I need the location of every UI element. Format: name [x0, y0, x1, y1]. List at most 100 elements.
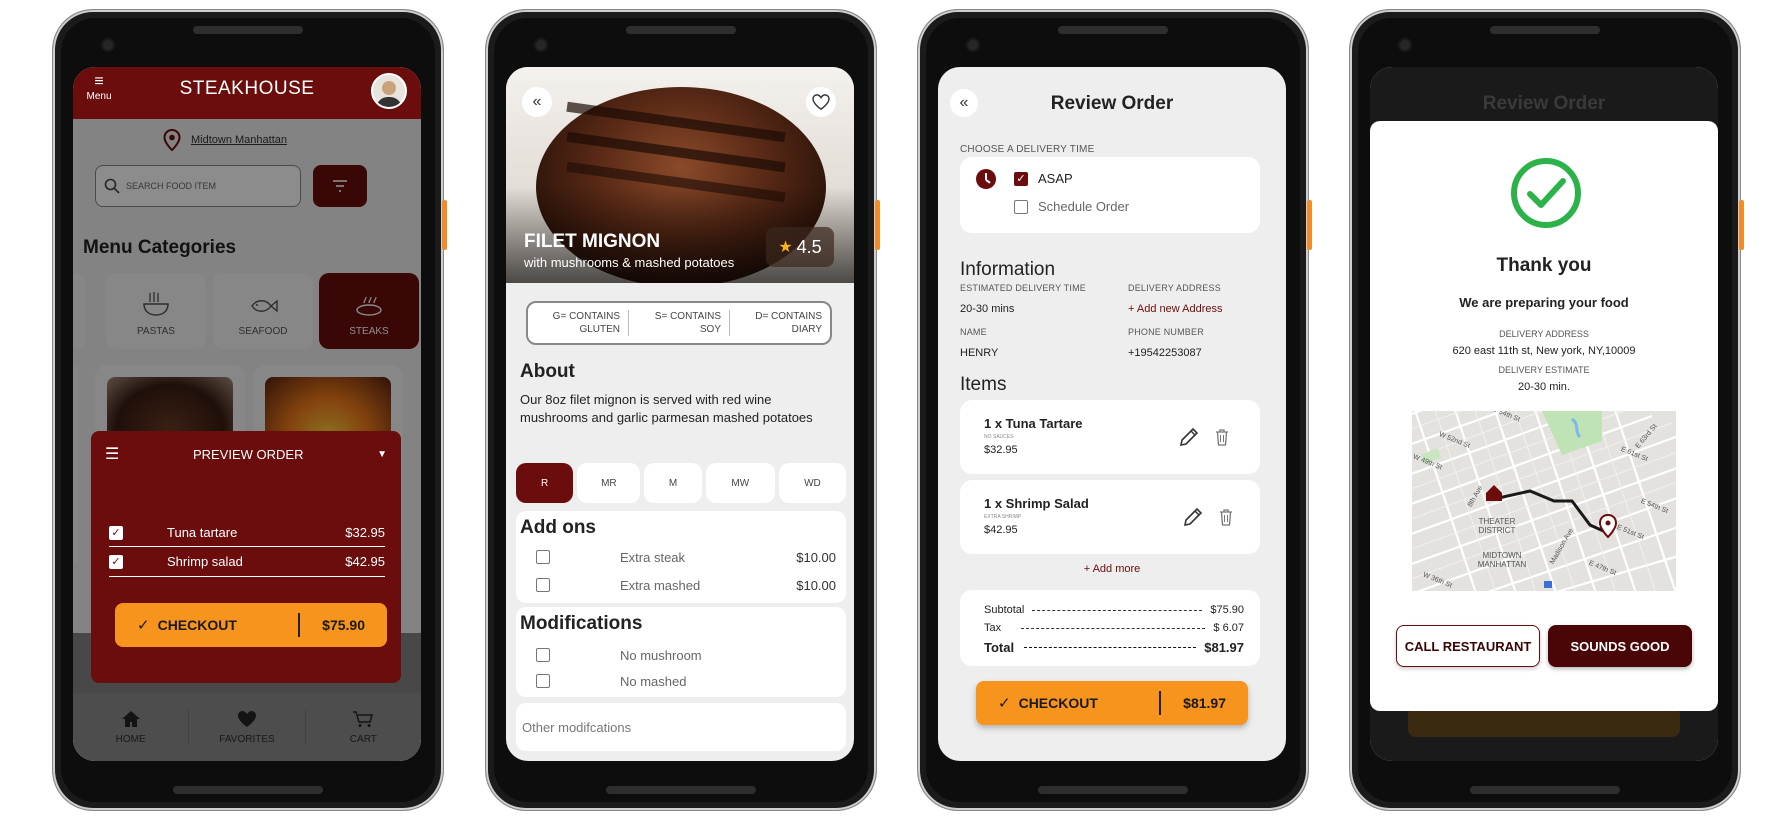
doneness-option[interactable]: WD	[778, 463, 846, 503]
doneness-option[interactable]: MW	[705, 463, 775, 503]
checkout-button[interactable]: ✓ CHECKOUT $81.97	[976, 681, 1248, 725]
item-name: 1 x Tuna Tartare	[984, 416, 1083, 431]
preview-title: PREVIEW ORDER	[192, 446, 304, 462]
app-title: STEAKHOUSE	[179, 78, 315, 99]
other-modifications-input[interactable]: Other modifcations	[516, 703, 846, 751]
doneness-option-selected[interactable]: R	[516, 463, 574, 503]
call-restaurant-button[interactable]: CALL RESTAURANT	[1396, 625, 1540, 667]
addon-row[interactable]: Extra mashed $10.00	[536, 575, 836, 595]
background-title: Review Order	[1482, 93, 1606, 114]
estimated-time-label: ESTIMATED DELIVERY TIME	[960, 283, 1086, 293]
checkout-total: $75.90	[322, 617, 365, 633]
list-icon: ☰	[105, 446, 120, 463]
name-value: HENRY	[960, 347, 999, 359]
checkbox-checked[interactable]: ✓	[109, 525, 123, 540]
sounds-good-button[interactable]: SOUNDS GOOD	[1548, 625, 1692, 667]
chevron-down-icon[interactable]: ▼	[377, 449, 387, 460]
total-label: Total	[984, 640, 1015, 655]
subtotal-value: $75.90	[1210, 604, 1244, 616]
map-label-midtown: MIDTOWN MANHATTAN	[1477, 551, 1527, 569]
confirmation-screen: Review Order Thank you We are preparing …	[1370, 67, 1718, 761]
doneness-option[interactable]: M	[644, 463, 702, 503]
subtotal-row: Subtotal $75.90	[984, 604, 1244, 616]
trash-icon[interactable]	[1214, 428, 1230, 446]
avatar[interactable]	[371, 73, 407, 109]
delivery-time-label: CHOOSE A DELIVERY TIME	[960, 144, 1095, 155]
addon-row[interactable]: Extra steak $10.00	[536, 547, 836, 567]
map-label-theater: THEATER DISTRICT	[1478, 517, 1516, 535]
back-button[interactable]: «	[522, 87, 552, 117]
phone-frame-4: Review Order Thank you We are preparing …	[1350, 10, 1744, 810]
thank-you-title: Thank you	[1496, 255, 1592, 276]
checkout-label: CHECKOUT	[1018, 695, 1098, 711]
checkbox-checked[interactable]: ✓	[1014, 171, 1028, 186]
rating-value: 4.5	[796, 236, 822, 257]
addon-name: Extra mashed	[620, 577, 701, 593]
checkbox-checked[interactable]: ✓	[109, 554, 123, 569]
option-label: ASAP	[1038, 171, 1073, 186]
delivery-address-label: DELIVERY ADDRESS	[1128, 283, 1221, 293]
about-text: Our 8oz filet mignon is served with red …	[520, 392, 813, 425]
order-item-name: Shrimp salad	[167, 554, 243, 569]
addon-name: Extra steak	[620, 549, 686, 565]
option-schedule[interactable]: Schedule Order	[1014, 199, 1129, 214]
heart-outline-icon	[812, 94, 830, 110]
item-price: $32.95	[984, 444, 1018, 456]
allergen-gluten: G= CONTAINS GLUTEN	[528, 310, 629, 336]
addons-title: Add ons	[520, 517, 596, 538]
delivery-time-card: ✓ ASAP Schedule Order	[960, 157, 1260, 233]
delivery-address-label: DELIVERY ADDRESS	[1499, 329, 1589, 339]
order-item-row[interactable]: ✓ Tuna tartare $32.95	[109, 519, 385, 547]
checkbox[interactable]	[536, 550, 550, 564]
trash-icon[interactable]	[1218, 508, 1234, 526]
delivery-map[interactable]: W 54th St W 52nd St W 49th St 8th Ave TH…	[1412, 411, 1676, 591]
star-icon: ★	[778, 239, 793, 256]
modification-row[interactable]: No mashed	[536, 671, 686, 691]
pencil-icon[interactable]	[1182, 506, 1204, 528]
confirmation-modal: Thank you We are preparing your food DEL…	[1370, 121, 1718, 711]
dish-subtitle: with mushrooms & mashed potatoes	[524, 255, 735, 270]
check-icon: ✓	[998, 695, 1011, 712]
order-item-price: $32.95	[345, 525, 385, 540]
allergen-dairy: D= CONTAINS DIARY	[755, 311, 822, 335]
allergen-soy: S= CONTAINS SOY	[629, 310, 730, 336]
subtotal-label: Subtotal	[984, 604, 1025, 616]
other-modifications-placeholder: Other modifcations	[522, 719, 632, 735]
checkbox[interactable]	[536, 648, 550, 662]
order-item-row[interactable]: ✓ Shrimp salad $42.95	[109, 547, 385, 577]
phone-frame-3: « Review Order CHOOSE A DELIVERY TIME ✓ …	[918, 10, 1312, 810]
modification-name: No mashed	[620, 673, 687, 689]
order-item-name: Tuna tartare	[167, 525, 238, 540]
doneness-selector: R MR M MW WD	[516, 463, 846, 503]
option-asap[interactable]: ✓ ASAP	[1014, 171, 1073, 186]
modifications-card: Modifications No mushroom No mashed	[516, 607, 846, 697]
checkout-label: CHECKOUT	[157, 617, 237, 633]
modifications-title: Modifications	[520, 613, 643, 634]
total-row: Total $81.97	[984, 640, 1244, 655]
addons-card: Add ons Extra steak $10.00 Extra mashed …	[516, 511, 846, 603]
option-label: Schedule Order	[1038, 199, 1130, 214]
totals-card: Subtotal $75.90 Tax $ 6.07 Total $81.97	[960, 590, 1260, 666]
about-title: About	[520, 361, 575, 382]
phone-frame-2: « FILET MIGNON with mushrooms & mashed p…	[486, 10, 880, 810]
review-order-screen: « Review Order CHOOSE A DELIVERY TIME ✓ …	[938, 67, 1286, 761]
checkbox[interactable]	[536, 674, 550, 688]
name-label: NAME	[960, 327, 987, 337]
item-note: NO SAUCES	[984, 434, 1014, 440]
doneness-option[interactable]: MR	[577, 463, 641, 503]
checkout-button[interactable]: ✓ CHECKOUT $75.90	[115, 603, 387, 647]
check-circle-icon	[1511, 158, 1581, 228]
divider	[1159, 691, 1162, 715]
checkbox[interactable]	[1014, 199, 1028, 214]
phone-frame-1: ≡ Menu STEAKHOUSE Midtown Manhattan SEAR…	[53, 10, 447, 810]
order-item-price: $42.95	[345, 554, 385, 569]
add-more-link[interactable]: + Add more	[938, 563, 1286, 575]
tax-value: $ 6.07	[1213, 622, 1244, 634]
pencil-icon[interactable]	[1178, 426, 1200, 448]
favorite-button[interactable]	[806, 87, 836, 117]
delivery-estimate-value: 20-30 min.	[1518, 381, 1570, 393]
add-address-link[interactable]: + Add new Address	[1128, 303, 1222, 315]
checkbox[interactable]	[536, 578, 550, 592]
modification-row[interactable]: No mushroom	[536, 645, 702, 665]
item-card: 1 x Shrimp Salad EXTRA SHRIMP $42.95	[960, 480, 1260, 554]
